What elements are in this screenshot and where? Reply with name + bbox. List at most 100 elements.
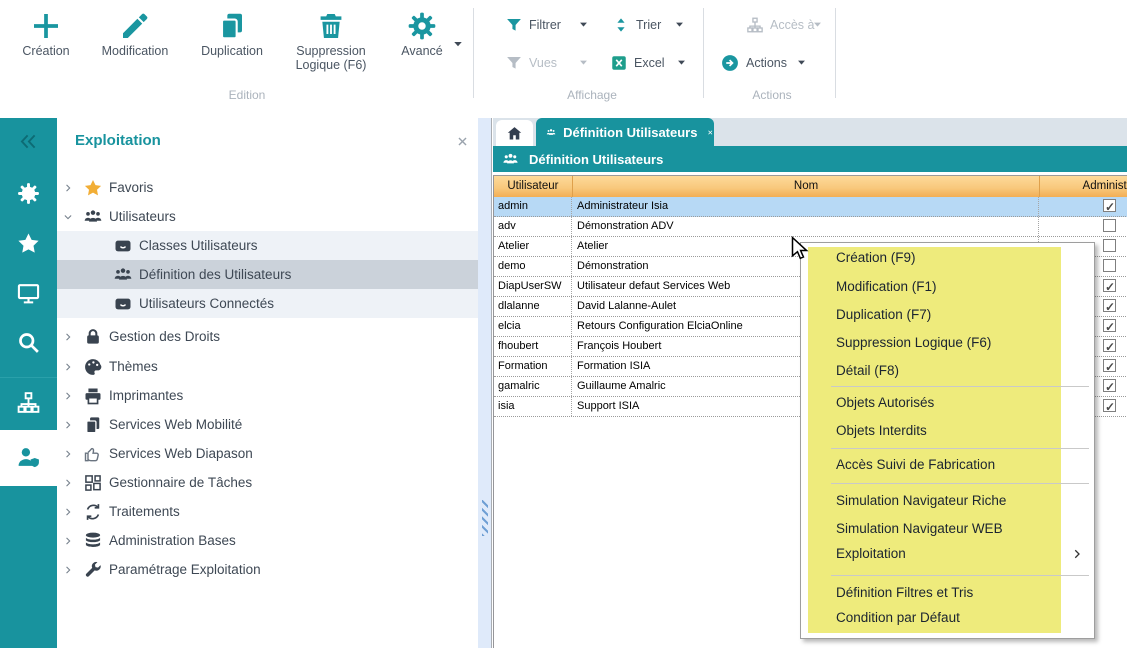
admin-checkbox[interactable] [1103, 339, 1116, 352]
chevron-right-icon[interactable] [63, 183, 73, 193]
chevron-right-icon[interactable] [63, 478, 73, 488]
chevron-right-icon[interactable] [63, 507, 73, 517]
sidebar-item-services-web-mobilite[interactable]: Services Web Mobilité [57, 410, 478, 439]
menu-item-suppression-logique[interactable]: Suppression Logique (F6) [801, 329, 1081, 357]
trier-button[interactable]: Trier [612, 14, 661, 36]
user-cell: DiapUserSW [494, 277, 572, 296]
splitter-grip[interactable] [482, 500, 488, 536]
filtrer-button[interactable]: Filtrer [505, 14, 561, 36]
table-row[interactable]: adv Démonstration ADV [494, 217, 1127, 237]
tab-definition-utilisateurs[interactable]: Définition Utilisateurs [536, 118, 714, 146]
suppression-logique-button[interactable]: Suppression Logique (F6) [285, 6, 377, 72]
filtrer-caret-icon[interactable] [578, 19, 589, 30]
settings-wheel-icon[interactable] [16, 181, 41, 206]
admin-checkbox[interactable] [1103, 399, 1116, 412]
chevron-down-icon[interactable] [63, 212, 73, 222]
user-cell: isia [494, 397, 572, 416]
menu-item-simulation-navigateur-web[interactable]: Simulation Navigateur WEB [801, 515, 1081, 543]
admin-checkbox[interactable] [1103, 239, 1116, 252]
menu-item-duplication[interactable]: Duplication (F7) [801, 301, 1081, 329]
admin-checkbox[interactable] [1103, 199, 1116, 212]
nav-panel-title: Exploitation [75, 132, 161, 149]
acces-a-button[interactable]: Accès à [746, 14, 814, 36]
admin-checkbox[interactable] [1103, 259, 1116, 272]
menu-item-exploitation[interactable]: Exploitation [801, 540, 1081, 568]
nav-panel-close-icon[interactable] [456, 135, 469, 148]
admin-checkbox[interactable] [1103, 219, 1116, 232]
chevron-right-icon[interactable] [63, 332, 73, 342]
panel-title: Définition Utilisateurs [529, 152, 663, 167]
excel-button[interactable]: Excel [610, 52, 665, 74]
trier-caret-icon[interactable] [674, 19, 685, 30]
chevron-right-icon[interactable] [63, 391, 73, 401]
column-header-administrateur[interactable]: Administrateur [1040, 176, 1127, 198]
sidebar-item-classes-utilisateurs[interactable]: Classes Utilisateurs [57, 231, 478, 260]
table-row[interactable]: admin Administrateur Isia [494, 197, 1127, 217]
admin-checkbox[interactable] [1103, 299, 1116, 312]
sidebar-item-favoris[interactable]: Favoris [57, 173, 478, 202]
tab-home[interactable] [496, 120, 533, 146]
duplication-button[interactable]: Duplication [186, 6, 278, 58]
chevron-right-icon[interactable] [63, 536, 73, 546]
tab-close-icon[interactable] [707, 127, 714, 138]
chevron-right-icon[interactable] [63, 362, 73, 372]
column-header-utilisateur[interactable]: Utilisateur [494, 176, 573, 198]
search-icon[interactable] [16, 330, 41, 355]
sidebar-item-utilisateurs-connectes[interactable]: Utilisateurs Connectés [57, 289, 478, 318]
monitor-icon[interactable] [16, 281, 41, 306]
sidebar-item-services-web-diapason[interactable]: Services Web Diapason [57, 439, 478, 468]
collapse-sidebar-icon[interactable] [18, 131, 39, 152]
menu-item-condition-par-defaut[interactable]: Condition par Défaut [801, 604, 1081, 632]
creation-button[interactable]: Création [0, 6, 92, 58]
actions-button[interactable]: Actions [720, 52, 787, 74]
menu-item-simulation-navigateur-riche[interactable]: Simulation Navigateur Riche [801, 487, 1081, 515]
trier-label: Trier [636, 18, 661, 32]
menu-item-objets-autorises[interactable]: Objets Autorisés [801, 389, 1081, 417]
duplication-button-label: Duplication [186, 44, 278, 58]
panel-splitter[interactable] [478, 118, 491, 648]
chevron-right-icon[interactable] [63, 565, 73, 575]
sidebar-item-label: Utilisateurs [109, 209, 176, 224]
sidebar-item-label: Thèmes [109, 359, 158, 374]
tab-label: Définition Utilisateurs [563, 125, 697, 140]
chevron-right-icon[interactable] [63, 420, 73, 430]
panel-title-bar: Définition Utilisateurs [493, 146, 1127, 172]
avance-button[interactable]: Avancé [376, 6, 468, 58]
menu-item-creation[interactable]: Création (F9) [801, 244, 1081, 272]
chevron-right-icon[interactable] [63, 449, 73, 459]
avance-dropdown-caret-icon[interactable] [452, 38, 464, 50]
sidebar-item-utilisateurs[interactable]: Utilisateurs [57, 202, 478, 231]
user-cell: dlalanne [494, 297, 572, 316]
admin-checkbox[interactable] [1103, 319, 1116, 332]
menu-item-definition-filtres-et-tris[interactable]: Définition Filtres et Tris [801, 579, 1081, 607]
acces-a-caret-icon [812, 19, 823, 30]
admin-checkbox[interactable] [1103, 279, 1116, 292]
sidebar-item-gestion-des-droits[interactable]: Gestion des Droits [57, 322, 478, 351]
modification-button[interactable]: Modification [89, 6, 181, 58]
org-chart-nav-icon[interactable] [16, 390, 41, 415]
favorites-star-icon[interactable] [16, 231, 41, 256]
sidebar-item-gestionnaire-de-taches[interactable]: Gestionnaire de Tâches [57, 468, 478, 497]
printer-icon [83, 386, 103, 406]
sidebar-item-parametrage-exploitation[interactable]: Paramétrage Exploitation [57, 555, 478, 584]
menu-item-objets-interdits[interactable]: Objets Interdits [801, 417, 1081, 445]
sidebar-item-themes[interactable]: Thèmes [57, 352, 478, 381]
affichage-group-label: Affichage [522, 88, 662, 102]
admin-checkbox[interactable] [1103, 359, 1116, 372]
menu-item-detail[interactable]: Détail (F8) [801, 357, 1081, 385]
sidebar-item-imprimantes[interactable]: Imprimantes [57, 381, 478, 410]
sidebar-item-traitements[interactable]: Traitements [57, 497, 478, 526]
menu-item-modification[interactable]: Modification (F1) [801, 273, 1081, 301]
menu-item-acces-suivi-de-fabrication[interactable]: Accès Suivi de Fabrication [801, 451, 1081, 479]
column-header-nom[interactable]: Nom [573, 176, 1040, 198]
user-shield-icon[interactable] [16, 445, 41, 470]
vues-button[interactable]: Vues [505, 52, 557, 74]
sidebar-item-label: Traitements [109, 504, 180, 519]
mouse-cursor [788, 236, 810, 262]
admin-checkbox[interactable] [1103, 379, 1116, 392]
actions-caret-icon[interactable] [796, 57, 807, 68]
sidebar-item-administration-bases[interactable]: Administration Bases [57, 526, 478, 555]
sidebar-item-definition-des-utilisateurs[interactable]: Définition des Utilisateurs [57, 260, 478, 289]
excel-caret-icon[interactable] [676, 57, 687, 68]
actions-label: Actions [746, 56, 787, 70]
